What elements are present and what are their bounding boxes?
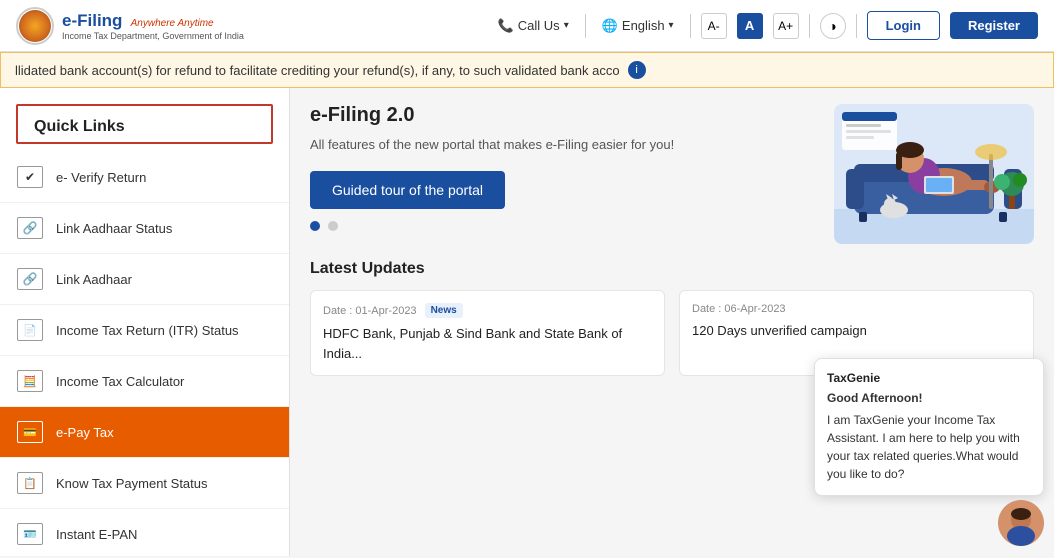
divider-2 [690, 14, 691, 38]
instant-epan-icon: 🪪 [16, 520, 44, 548]
language-nav[interactable]: 🌐 English ▾ [596, 14, 680, 38]
sidebar-item-income-tax-calculator[interactable]: 🧮 Income Tax Calculator [0, 356, 289, 407]
language-label: English [622, 18, 665, 33]
lang-chevron: ▾ [669, 20, 674, 31]
sidebar-label-instant-epan: Instant E-PAN [56, 527, 137, 542]
register-button[interactable]: Register [950, 12, 1038, 39]
logo [16, 7, 54, 45]
update-date-1: Date : 01-Apr-2023 News [323, 303, 652, 318]
sidebar-label-e-pay-tax: e-Pay Tax [56, 425, 114, 440]
phone-icon: 📞 [498, 18, 514, 34]
call-us-chevron: ▾ [564, 20, 569, 31]
announcement-bar: llidated bank account(s) for refund to f… [0, 52, 1054, 88]
efiling-section: e-Filing 2.0 All features of the new por… [310, 104, 1034, 244]
slide-dot-active[interactable] [310, 221, 320, 231]
info-icon[interactable]: i [628, 61, 646, 79]
slide-dot-2[interactable] [328, 221, 338, 231]
efiling-title: e-Filing 2.0 [310, 104, 814, 127]
login-button[interactable]: Login [867, 11, 940, 40]
emblem [19, 10, 51, 42]
call-us-nav[interactable]: 📞 Call Us ▾ [492, 14, 575, 38]
brand-title: e-Filing Anywhere Anytime [62, 11, 244, 31]
quick-links-heading: Quick Links [16, 104, 273, 144]
update-text-1: HDFC Bank, Punjab & Sind Bank and State … [323, 324, 652, 363]
divider-3 [809, 14, 810, 38]
latest-updates-label: Latest Updates [310, 260, 425, 278]
globe-icon: 🌐 [602, 18, 618, 34]
sidebar-label-link-aadhaar-status: Link Aadhaar Status [56, 221, 172, 236]
efiling-text: e-Filing 2.0 All features of the new por… [310, 104, 814, 231]
font-decrease-button[interactable]: A- [701, 13, 727, 39]
avatar-svg [998, 500, 1044, 546]
sidebar-label-income-tax-calculator: Income Tax Calculator [56, 374, 184, 389]
link-aadhaar-icon: 🔗 [16, 265, 44, 293]
latest-updates-title: Latest Updates [310, 260, 1034, 278]
update-text-2: 120 Days unverified campaign [692, 321, 1021, 341]
brand-text: e-Filing Anywhere Anytime Income Tax Dep… [62, 11, 244, 41]
content-area: e-Filing 2.0 All features of the new por… [290, 88, 1054, 556]
sidebar-item-know-tax-payment-status[interactable]: 📋 Know Tax Payment Status [0, 458, 289, 509]
sidebar-item-e-pay-tax[interactable]: 💳 e-Pay Tax [0, 407, 289, 458]
sidebar-label-e-verify-return: e- Verify Return [56, 170, 146, 185]
sidebar-label-link-aadhaar: Link Aadhaar [56, 272, 132, 287]
link-aadhaar-status-icon: 🔗 [16, 214, 44, 242]
sidebar-label-know-tax-payment-status: Know Tax Payment Status [56, 476, 208, 491]
font-increase-button[interactable]: A+ [773, 13, 799, 39]
news-badge-1: News [425, 303, 463, 318]
know-tax-icon: 📋 [16, 469, 44, 497]
sidebar-item-link-aadhaar-status[interactable]: 🔗 Link Aadhaar Status [0, 203, 289, 254]
sidebar: Quick Links ✔ e- Verify Return 🔗 Link Aa… [0, 88, 290, 556]
call-us-label: Call Us [518, 18, 560, 33]
sidebar-item-link-aadhaar[interactable]: 🔗 Link Aadhaar [0, 254, 289, 305]
main-layout: Quick Links ✔ e- Verify Return 🔗 Link Aa… [0, 88, 1054, 556]
divider-4 [856, 14, 857, 38]
header: e-Filing Anywhere Anytime Income Tax Dep… [0, 0, 1054, 52]
taxgenie-greeting: Good Afternoon! [827, 389, 1031, 407]
update-card-1: Date : 01-Apr-2023 News HDFC Bank, Punja… [310, 290, 665, 376]
taxgenie-name: TaxGenie [827, 371, 1031, 385]
announcement-text: llidated bank account(s) for refund to f… [15, 63, 620, 78]
sidebar-label-itr-status: Income Tax Return (ITR) Status [56, 323, 239, 338]
brand-subtitle: Income Tax Department, Government of Ind… [62, 31, 244, 41]
taxgenie-avatar[interactable] [998, 500, 1044, 546]
guided-tour-button[interactable]: Guided tour of the portal [310, 171, 505, 209]
itr-status-icon: 📄 [16, 316, 44, 344]
sidebar-item-e-verify-return[interactable]: ✔ e- Verify Return [0, 152, 289, 203]
sidebar-item-itr-status[interactable]: 📄 Income Tax Return (ITR) Status [0, 305, 289, 356]
update-date-2: Date : 06-Apr-2023 [692, 303, 1021, 315]
taxgenie-message: I am TaxGenie your Income Tax Assistant.… [827, 411, 1031, 483]
sidebar-item-instant-epan[interactable]: 🪪 Instant E-PAN [0, 509, 289, 556]
e-verify-icon: ✔ [16, 163, 44, 191]
brand-area: e-Filing Anywhere Anytime Income Tax Dep… [16, 7, 244, 45]
e-pay-tax-icon: 💳 [16, 418, 44, 446]
efiling-illustration [834, 104, 1034, 244]
illustration-svg [834, 104, 1034, 244]
taxgenie-popup: TaxGenie Good Afternoon! I am TaxGenie y… [814, 358, 1044, 496]
efiling-desc: All features of the new portal that make… [310, 135, 814, 155]
calculator-icon: 🧮 [16, 367, 44, 395]
header-right: 📞 Call Us ▾ 🌐 English ▾ A- A A+ ◑ Login … [492, 11, 1038, 40]
font-default-button[interactable]: A [737, 13, 763, 39]
contrast-button[interactable]: ◑ [820, 13, 846, 39]
divider-1 [585, 14, 586, 38]
